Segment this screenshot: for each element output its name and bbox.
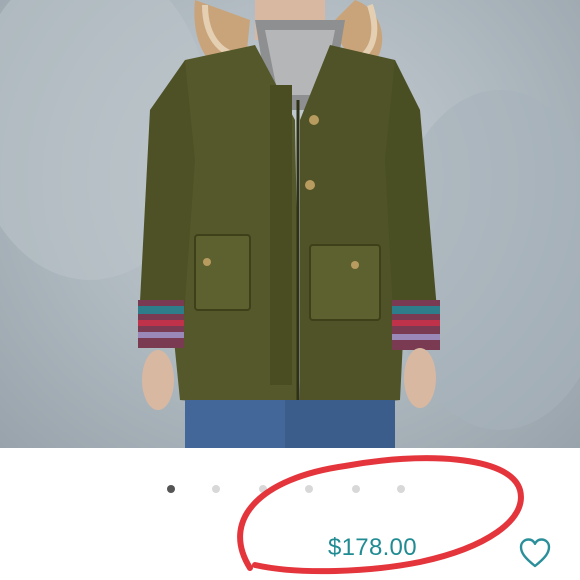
price-label: $178.00 (328, 534, 417, 561)
heart-outline-icon (519, 538, 551, 568)
carousel-dot[interactable] (397, 485, 405, 493)
carousel-indicator (0, 485, 580, 495)
like-button[interactable] (518, 536, 552, 570)
parka-jacket-image (0, 0, 580, 448)
product-info-panel: $178.00 (0, 448, 580, 580)
carousel-dot[interactable] (305, 485, 313, 493)
carousel-dot[interactable] (259, 485, 267, 493)
product-image[interactable] (0, 0, 580, 448)
carousel-dot[interactable] (212, 485, 220, 493)
carousel-dot[interactable] (352, 485, 360, 493)
carousel-dot-active[interactable] (167, 485, 175, 493)
